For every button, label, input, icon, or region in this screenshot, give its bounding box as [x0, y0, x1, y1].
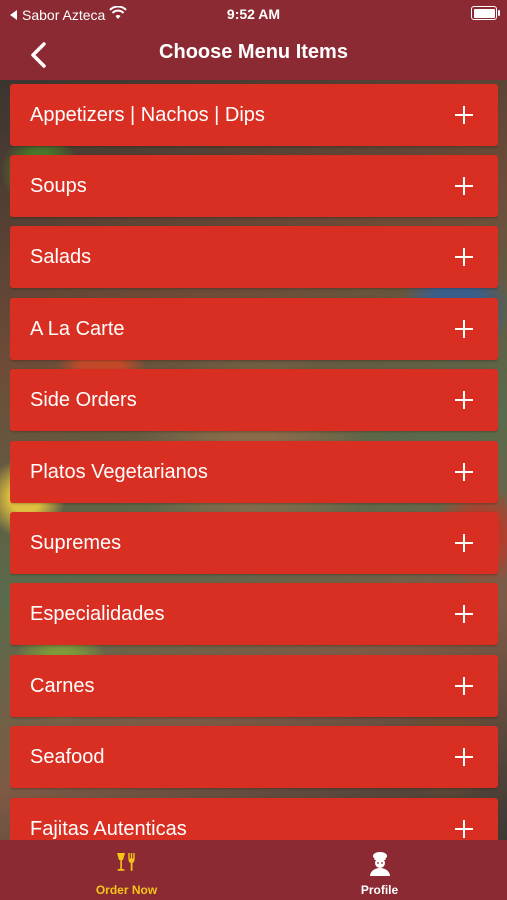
- menu-category-item[interactable]: Appetizers | Nachos | Dips: [10, 84, 498, 146]
- menu-category-item[interactable]: Especialidades: [10, 583, 498, 645]
- plus-icon[interactable]: [454, 247, 474, 267]
- menu-category-label: Especialidades: [30, 603, 165, 625]
- food-drink-icon: [116, 853, 135, 871]
- tab-order-now-label: Order Now: [95, 883, 158, 897]
- menu-category-label: Fajitas Autenticas: [30, 818, 187, 840]
- menu-category-label: Soups: [30, 175, 87, 197]
- plus-icon[interactable]: [454, 819, 474, 839]
- menu-category-item[interactable]: Salads: [10, 226, 498, 288]
- tab-bar: Order Now Profile: [0, 840, 507, 900]
- plus-icon[interactable]: [454, 319, 474, 339]
- battery-icon: [471, 6, 500, 20]
- tab-profile-label: Profile: [360, 883, 399, 897]
- menu-category-label: Platos Vegetarianos: [30, 461, 208, 483]
- tab-order-now[interactable]: Order Now: [0, 840, 253, 900]
- tab-profile[interactable]: Profile: [253, 840, 506, 900]
- menu-category-item[interactable]: Seafood: [10, 726, 498, 788]
- menu-category-list[interactable]: Appetizers | Nachos | Dips Soups Salads …: [10, 84, 498, 840]
- plus-icon[interactable]: [454, 176, 474, 196]
- menu-category-label: Seafood: [30, 746, 105, 768]
- plus-icon[interactable]: [454, 533, 474, 553]
- navigation-bar: Choose Menu Items: [0, 30, 507, 80]
- plus-icon[interactable]: [454, 747, 474, 767]
- menu-category-label: A La Carte: [30, 318, 125, 340]
- menu-category-item[interactable]: Supremes: [10, 512, 498, 574]
- menu-category-item[interactable]: A La Carte: [10, 298, 498, 360]
- menu-category-item[interactable]: Platos Vegetarianos: [10, 441, 498, 503]
- page-title: Choose Menu Items: [159, 41, 348, 63]
- menu-category-item[interactable]: Carnes: [10, 655, 498, 717]
- menu-category-item[interactable]: Fajitas Autenticas: [10, 798, 498, 840]
- menu-category-item[interactable]: Side Orders: [10, 369, 498, 431]
- plus-icon[interactable]: [454, 462, 474, 482]
- menu-category-label: Appetizers | Nachos | Dips: [30, 104, 265, 126]
- status-time: 9:52 AM: [226, 6, 281, 22]
- chef-profile-icon: [369, 852, 390, 876]
- menu-category-label: Salads: [30, 246, 92, 268]
- menu-category-label: Carnes: [30, 675, 95, 697]
- menu-category-item[interactable]: Soups: [10, 155, 498, 217]
- menu-category-label: Supremes: [30, 532, 122, 554]
- plus-icon[interactable]: [454, 676, 474, 696]
- plus-icon[interactable]: [454, 105, 474, 125]
- menu-category-label: Side Orders: [30, 389, 137, 411]
- plus-icon[interactable]: [454, 390, 474, 410]
- status-bar: Sabor Azteca 9:52 AM: [0, 0, 507, 30]
- plus-icon[interactable]: [454, 604, 474, 624]
